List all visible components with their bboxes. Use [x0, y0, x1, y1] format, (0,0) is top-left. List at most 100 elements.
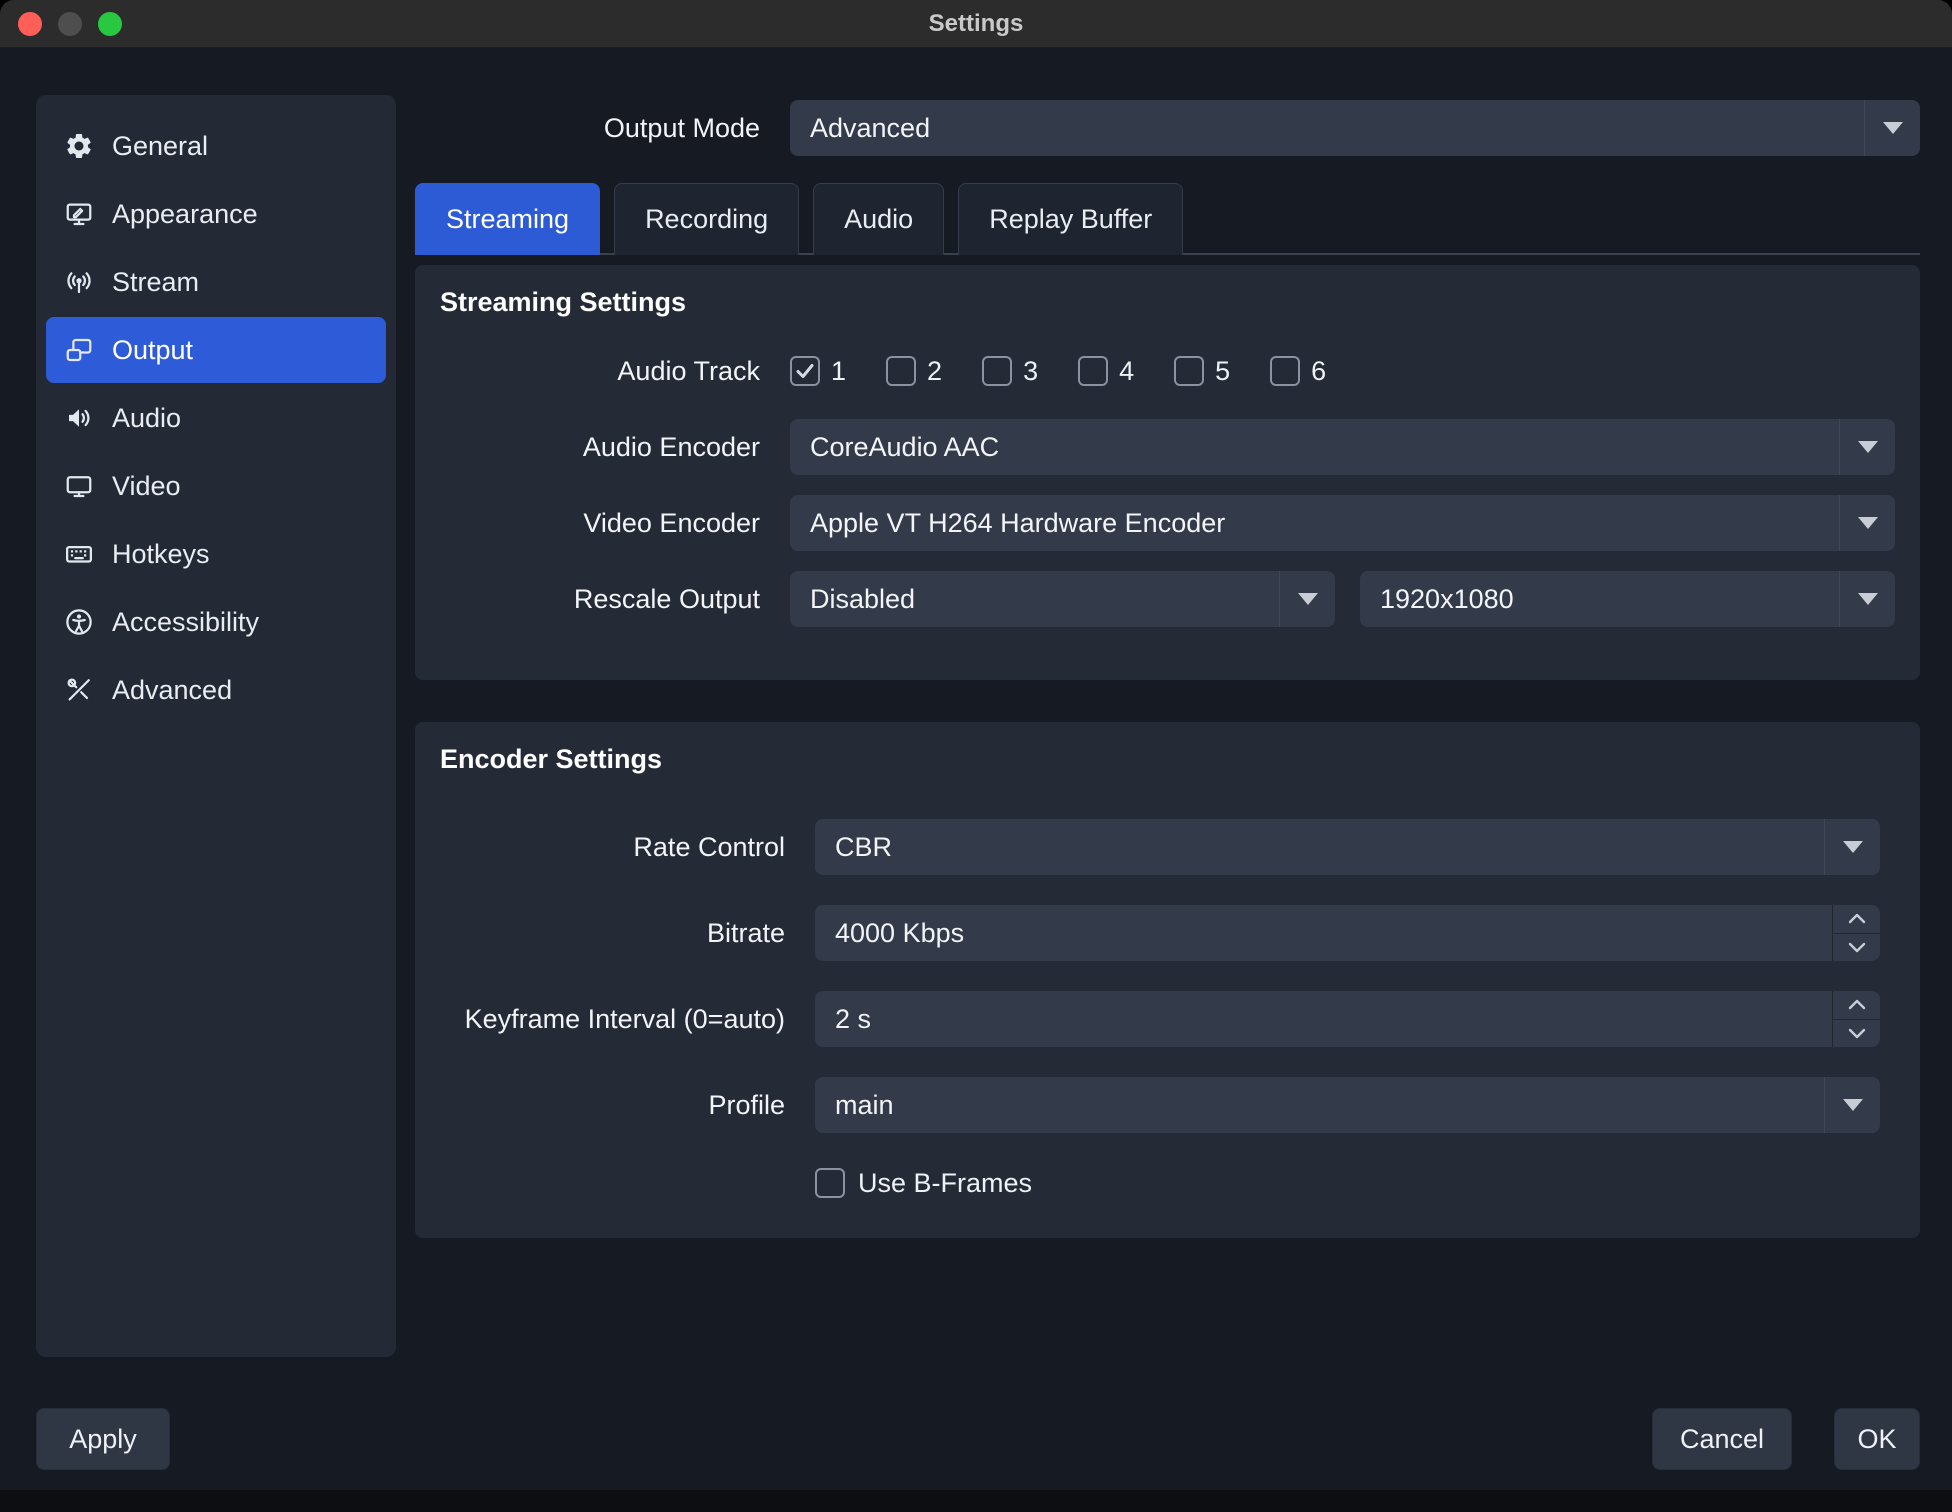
bitrate-spinner[interactable]: 4000 Kbps: [815, 905, 1880, 961]
rate-control-row: Rate Control CBR: [440, 819, 1880, 875]
sidebar-item-stream[interactable]: Stream: [46, 249, 386, 315]
audio-track-2-checkbox[interactable]: [886, 356, 916, 386]
audio-track-1-checkbox[interactable]: [790, 356, 820, 386]
close-window-button[interactable]: [18, 12, 42, 36]
output-mode-select[interactable]: Advanced: [790, 100, 1920, 156]
output-mode-value: Advanced: [790, 113, 930, 144]
tab-label: Recording: [645, 204, 768, 235]
audio-track-3-checkbox[interactable]: [982, 356, 1012, 386]
bitrate-value: 4000 Kbps: [815, 918, 964, 949]
audio-encoder-select[interactable]: CoreAudio AAC: [790, 419, 1895, 475]
tab-label: Streaming: [446, 204, 569, 235]
audio-track-1-label: 1: [831, 356, 846, 387]
tools-icon: [64, 675, 94, 705]
profile-label: Profile: [440, 1090, 800, 1121]
audio-track-5-checkbox[interactable]: [1174, 356, 1204, 386]
video-encoder-select[interactable]: Apple VT H264 Hardware Encoder: [790, 495, 1895, 551]
sidebar-item-label: Video: [112, 471, 181, 502]
output-mode-row: Output Mode Advanced: [415, 100, 1920, 156]
rescale-mode-value: Disabled: [790, 584, 915, 615]
rescale-resolution-value: 1920x1080: [1360, 584, 1514, 615]
keyframe-interval-row: Keyframe Interval (0=auto) 2 s: [440, 991, 1880, 1047]
rate-control-label: Rate Control: [440, 832, 800, 863]
chevron-down-icon: [1824, 819, 1880, 875]
keyframe-interval-spinner[interactable]: 2 s: [815, 991, 1880, 1047]
audio-track-4-label: 4: [1119, 356, 1134, 387]
keyframe-increment-button[interactable]: [1833, 991, 1880, 1020]
audio-encoder-value: CoreAudio AAC: [790, 432, 999, 463]
audio-track-row: Audio Track 1 2 3 4: [440, 343, 1895, 399]
sidebar-item-accessibility[interactable]: Accessibility: [46, 589, 386, 655]
window-bottom-edge: [0, 1490, 1952, 1512]
use-bframes-control[interactable]: Use B-Frames: [815, 1168, 1032, 1199]
bitrate-increment-button[interactable]: [1833, 905, 1880, 934]
tab-replay-buffer[interactable]: Replay Buffer: [958, 183, 1183, 255]
rescale-resolution-select[interactable]: 1920x1080: [1360, 571, 1895, 627]
tab-audio[interactable]: Audio: [813, 183, 944, 255]
keyframe-spin-buttons: [1832, 991, 1880, 1047]
profile-select[interactable]: main: [815, 1077, 1880, 1133]
sidebar-item-general[interactable]: General: [46, 113, 386, 179]
keyframe-decrement-button[interactable]: [1833, 1020, 1880, 1048]
audio-track-6-label: 6: [1311, 356, 1326, 387]
audio-track-checkboxes: 1 2 3 4 5: [790, 356, 1366, 387]
chevron-down-icon: [1839, 571, 1895, 627]
sidebar-item-output[interactable]: Output: [46, 317, 386, 383]
tab-streaming[interactable]: Streaming: [415, 183, 600, 255]
profile-value: main: [815, 1090, 894, 1121]
appearance-icon: [64, 199, 94, 229]
audio-track-3[interactable]: 3: [982, 356, 1038, 387]
sidebar-item-hotkeys[interactable]: Hotkeys: [46, 521, 386, 587]
use-bframes-checkbox[interactable]: [815, 1168, 845, 1198]
accessibility-icon: [64, 607, 94, 637]
audio-track-5-label: 5: [1215, 356, 1230, 387]
rescale-output-label: Rescale Output: [440, 584, 775, 615]
rate-control-select[interactable]: CBR: [815, 819, 1880, 875]
window-titlebar: Settings: [0, 0, 1952, 48]
stream-antenna-icon: [64, 267, 94, 297]
output-mode-label: Output Mode: [415, 113, 775, 144]
tab-label: Audio: [844, 204, 913, 235]
output-tabs: Streaming Recording Audio Replay Buffer: [415, 183, 1183, 255]
audio-track-label: Audio Track: [440, 356, 775, 387]
bitrate-decrement-button[interactable]: [1833, 934, 1880, 962]
keyframe-interval-label: Keyframe Interval (0=auto): [440, 1004, 800, 1035]
minimize-window-button[interactable]: [58, 12, 82, 36]
sidebar-item-label: Appearance: [112, 199, 258, 230]
cancel-button-label: Cancel: [1680, 1424, 1764, 1455]
audio-track-6-checkbox[interactable]: [1270, 356, 1300, 386]
zoom-window-button[interactable]: [98, 12, 122, 36]
settings-window: Settings General Appearance: [0, 0, 1952, 1512]
apply-button[interactable]: Apply: [36, 1408, 170, 1470]
streaming-settings-title: Streaming Settings: [440, 287, 1895, 318]
sidebar-item-label: Stream: [112, 267, 199, 298]
monitor-icon: [64, 471, 94, 501]
cancel-button[interactable]: Cancel: [1652, 1408, 1792, 1470]
sidebar-item-advanced[interactable]: Advanced: [46, 657, 386, 723]
rescale-mode-select[interactable]: Disabled: [790, 571, 1335, 627]
sidebar-item-appearance[interactable]: Appearance: [46, 181, 386, 247]
use-bframes-label: Use B-Frames: [858, 1168, 1032, 1199]
audio-track-2[interactable]: 2: [886, 356, 942, 387]
sidebar-item-label: Accessibility: [112, 607, 259, 638]
video-encoder-row: Video Encoder Apple VT H264 Hardware Enc…: [440, 495, 1895, 551]
audio-track-1[interactable]: 1: [790, 356, 846, 387]
chevron-down-icon: [1824, 1077, 1880, 1133]
audio-track-5[interactable]: 5: [1174, 356, 1230, 387]
audio-track-6[interactable]: 6: [1270, 356, 1326, 387]
sidebar-item-label: Hotkeys: [112, 539, 210, 570]
audio-track-3-label: 3: [1023, 356, 1038, 387]
streaming-settings-group: Streaming Settings Audio Track 1 2 3: [415, 265, 1920, 680]
ok-button[interactable]: OK: [1834, 1408, 1920, 1470]
apply-button-label: Apply: [69, 1424, 137, 1455]
audio-track-4[interactable]: 4: [1078, 356, 1134, 387]
audio-track-4-checkbox[interactable]: [1078, 356, 1108, 386]
sidebar-item-audio[interactable]: Audio: [46, 385, 386, 451]
video-encoder-label: Video Encoder: [440, 508, 775, 539]
tab-recording[interactable]: Recording: [614, 183, 799, 255]
encoder-settings-title: Encoder Settings: [440, 744, 1880, 775]
sidebar-item-video[interactable]: Video: [46, 453, 386, 519]
audio-encoder-row: Audio Encoder CoreAudio AAC: [440, 419, 1895, 475]
bitrate-label: Bitrate: [440, 918, 800, 949]
tab-label: Replay Buffer: [989, 204, 1152, 235]
